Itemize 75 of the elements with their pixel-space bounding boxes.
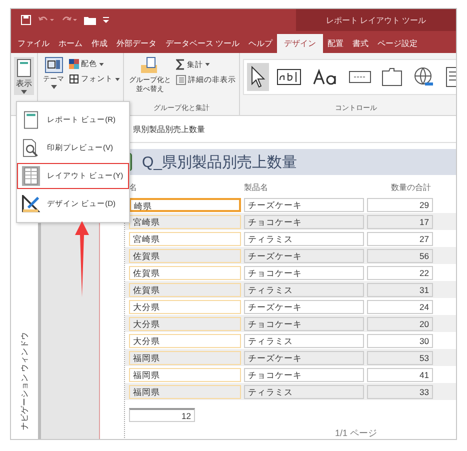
colors-icon	[69, 59, 79, 69]
table-cell[interactable]: 30	[367, 334, 433, 348]
design-icon	[22, 195, 40, 213]
column-header: 名	[129, 182, 138, 193]
column-header: 製品名	[244, 182, 269, 193]
table-cell[interactable]: チョコケーキ	[244, 266, 364, 280]
table-cell[interactable]: 宮崎県	[129, 214, 241, 228]
save-icon[interactable]	[21, 15, 31, 25]
sigma-icon	[176, 59, 185, 70]
caret-icon	[205, 63, 210, 66]
ribbon-tab[interactable]: 作成	[87, 34, 112, 53]
table-cell[interactable]: チョコケーキ	[244, 368, 364, 382]
table-cell[interactable]: 29	[367, 198, 433, 212]
pane-title: ナビゲーション ウィンドウ	[20, 332, 30, 430]
table-cell[interactable]: 41	[367, 368, 433, 382]
table-cell[interactable]: チーズケーキ	[244, 300, 364, 314]
table-cell[interactable]: 大分県	[129, 316, 241, 330]
table-cell[interactable]: 20	[367, 316, 433, 330]
ribbon-tab[interactable]: データベース ツール	[161, 34, 244, 53]
table-cell[interactable]: 福岡県	[129, 368, 241, 382]
ribbon-tab[interactable]: ホーム	[54, 34, 87, 53]
caret-icon	[99, 62, 104, 66]
table-cell[interactable]: ティラミス	[244, 334, 364, 348]
table-cell[interactable]: 27	[367, 232, 433, 246]
table-cell[interactable]: 22	[367, 266, 433, 280]
pointer-tool-icon[interactable]	[247, 63, 269, 91]
table-cell[interactable]: 佐賀県	[129, 248, 241, 262]
table-cell[interactable]: チョコケーキ	[244, 316, 364, 330]
report-icon	[24, 111, 38, 129]
caret-icon	[115, 78, 120, 80]
caret-icon	[50, 85, 56, 89]
table-cell[interactable]: 24	[367, 300, 433, 314]
list-icon	[176, 75, 186, 85]
table-cell[interactable]: 崎県	[129, 198, 241, 212]
table-cell[interactable]: 56	[367, 248, 433, 262]
table-cell[interactable]: チーズケーキ	[244, 350, 364, 364]
ribbon-tab[interactable]: 外部データ	[112, 34, 161, 53]
table-cell[interactable]: 17	[367, 214, 433, 228]
table-cell[interactable]: 53	[367, 350, 433, 364]
table-cell[interactable]: チョコケーキ	[244, 214, 364, 228]
table-cell[interactable]: 福岡県	[129, 384, 241, 398]
ribbon-tab[interactable]: 書式	[348, 34, 374, 53]
folder-icon[interactable]	[84, 15, 96, 25]
table-cell[interactable]: 佐賀県	[129, 266, 241, 280]
table-cell[interactable]: 佐賀県	[129, 282, 241, 296]
window-title: レポート レイアウト ツール	[326, 14, 426, 26]
preview-icon	[23, 139, 39, 157]
table-cell[interactable]: 宮崎県	[129, 232, 241, 246]
ribbon-tab[interactable]: ヘルプ	[244, 34, 278, 53]
table-cell[interactable]: ティラミス	[244, 282, 364, 296]
table-cell[interactable]: 大分県	[129, 300, 241, 314]
column-header: 数量の合計	[390, 182, 431, 193]
font-icon	[69, 74, 79, 84]
table-cell[interactable]: ティラミス	[244, 232, 364, 246]
page-number: 1/1 ページ	[335, 428, 378, 438]
report-icon	[17, 59, 31, 77]
layout-icon	[22, 166, 40, 186]
view-button[interactable]: 表示	[14, 57, 34, 95]
ribbon-tab[interactable]: 配置	[323, 34, 348, 53]
total-cell[interactable]: 12	[129, 408, 195, 422]
theme-icon	[44, 57, 62, 73]
document-tab[interactable]: 県別製品別売上数量	[133, 124, 205, 134]
table-cell[interactable]: 大分県	[129, 334, 241, 348]
table-cell[interactable]: 33	[367, 384, 433, 398]
report-title: Q_県別製品別売上数量	[142, 152, 298, 172]
customize-icon[interactable]	[103, 16, 109, 24]
table-cell[interactable]: 福岡県	[129, 350, 241, 364]
table-cell[interactable]: 31	[367, 282, 433, 296]
table-cell[interactable]: チーズケーキ	[244, 198, 364, 212]
ribbon-tab[interactable]: ページ設定	[373, 34, 422, 53]
table-cell[interactable]: ティラミス	[244, 384, 364, 398]
table-cell[interactable]: チーズケーキ	[244, 248, 364, 262]
caret-icon	[21, 90, 27, 94]
ribbon-tab[interactable]: ファイル	[13, 34, 54, 53]
ribbon-tab[interactable]: デザイン	[277, 34, 324, 53]
